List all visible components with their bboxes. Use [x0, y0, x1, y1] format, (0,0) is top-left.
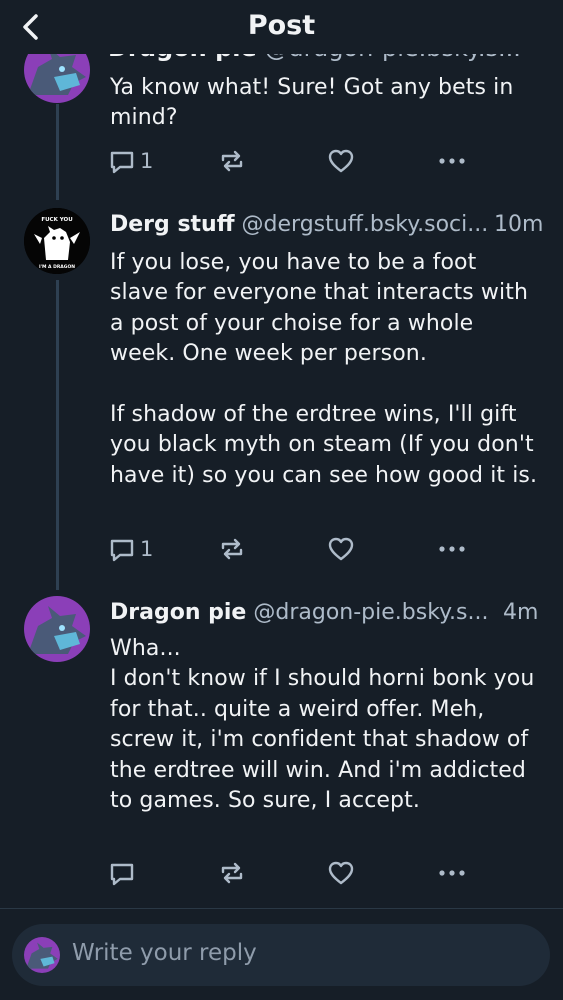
post-timestamp[interactable]: 4m	[503, 600, 538, 625]
repost-button[interactable]	[218, 146, 246, 176]
more-options-button[interactable]	[437, 534, 467, 564]
author-name[interactable]: Derg stuff	[110, 212, 235, 237]
post-text: If you lose, you have to be a foot slave…	[110, 250, 538, 488]
like-button[interactable]	[327, 146, 355, 176]
author-line: Derg stuff @dergstuff.bsky.soci...	[110, 212, 488, 237]
more-icon	[439, 158, 465, 164]
author-name[interactable]: Dragon pie	[110, 600, 246, 625]
reply-count: 1	[140, 537, 154, 561]
reply-icon	[110, 151, 134, 174]
like-button[interactable]	[327, 858, 355, 888]
heart-icon	[328, 149, 354, 173]
reply-button[interactable]: 1	[108, 534, 153, 564]
author-line: Dragon pie @dragon-pie.bsky.s...	[110, 600, 488, 625]
avatar	[24, 937, 60, 973]
repost-button[interactable]	[218, 534, 246, 564]
reply-button[interactable]	[108, 858, 140, 888]
reply-placeholder: Write your reply	[72, 940, 257, 966]
more-icon	[439, 546, 465, 552]
avatar-text-bottom: I'M A DRAGON	[39, 264, 75, 270]
more-options-button[interactable]	[437, 146, 467, 176]
repost-button[interactable]	[218, 858, 246, 888]
heart-icon	[328, 537, 354, 561]
post-timestamp[interactable]: 10m	[494, 212, 543, 237]
post-text: Wha... I don't know if I should horni bo…	[110, 636, 535, 814]
avatar[interactable]	[24, 596, 90, 662]
repost-icon	[221, 538, 243, 560]
thread-line	[56, 280, 59, 590]
divider	[0, 908, 563, 909]
repost-icon	[221, 862, 243, 884]
reply-input[interactable]: Write your reply	[12, 924, 550, 986]
heart-icon	[328, 861, 354, 885]
thread-line	[56, 104, 59, 200]
post-text: Ya know what! Sure! Got any bets in mind…	[110, 75, 514, 131]
avatar[interactable]: FUCK YOU I'M A DRAGON	[24, 208, 90, 274]
page-title: Post	[247, 10, 316, 41]
header: Post	[0, 0, 563, 54]
reply-button[interactable]: 1	[108, 146, 153, 176]
reply-count: 1	[140, 149, 154, 173]
more-options-button[interactable]	[437, 858, 467, 888]
reply-icon	[110, 863, 134, 886]
like-button[interactable]	[327, 534, 355, 564]
author-handle[interactable]: @dragon-pie.bsky.s...	[253, 600, 488, 625]
repost-icon	[221, 150, 243, 172]
more-icon	[439, 870, 465, 876]
reply-icon	[110, 539, 134, 562]
avatar-text-top: FUCK YOU	[41, 217, 72, 223]
author-handle[interactable]: @dergstuff.bsky.soci...	[242, 212, 489, 237]
